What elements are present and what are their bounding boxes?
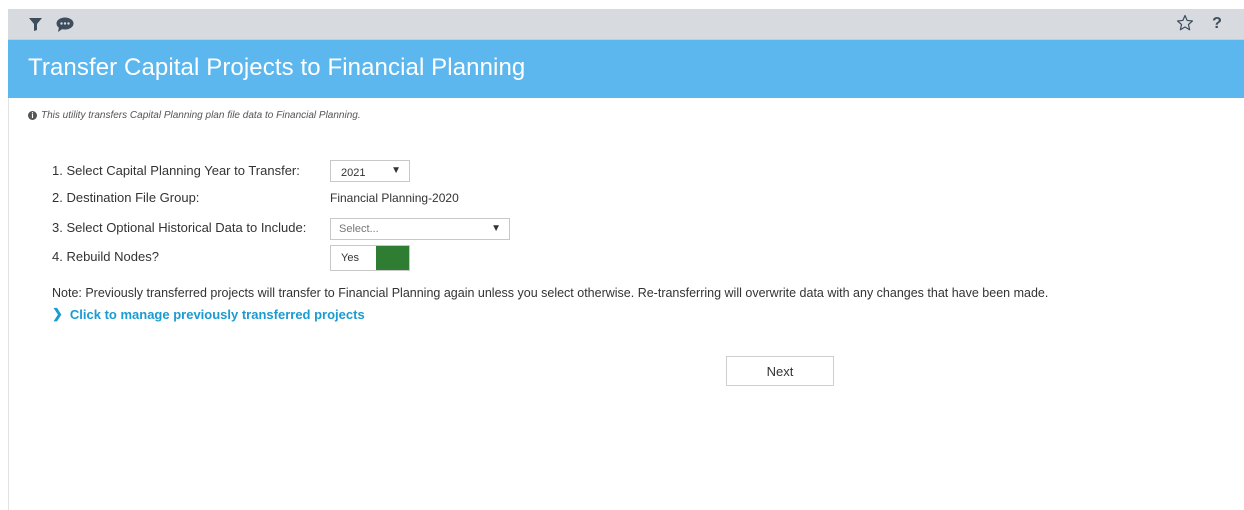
toggle-knob bbox=[376, 246, 409, 270]
manage-link-text: Click to manage previously transferred p… bbox=[69, 306, 365, 322]
chevron-down-icon: ▼ bbox=[391, 165, 401, 176]
filter-icon[interactable] bbox=[26, 15, 44, 33]
info-message: i This utility transfers Capital Plannin… bbox=[28, 110, 361, 121]
year-select[interactable]: 2021 ▼ bbox=[330, 160, 410, 182]
historical-data-select[interactable]: Select... ▼ bbox=[330, 218, 510, 240]
year-select-value: 2021 bbox=[341, 167, 366, 179]
step3-label: 3. Select Optional Historical Data to In… bbox=[52, 220, 307, 235]
page-title: Transfer Capital Projects to Financial P… bbox=[28, 54, 526, 81]
step2-label: 2. Destination File Group: bbox=[52, 190, 200, 205]
chat-icon[interactable] bbox=[56, 15, 74, 33]
chevron-right-icon: ❯ bbox=[52, 306, 63, 321]
toggle-label: Yes bbox=[341, 252, 359, 264]
step1-label: 1. Select Capital Planning Year to Trans… bbox=[52, 163, 300, 178]
rebuild-nodes-toggle[interactable]: Yes bbox=[330, 245, 410, 271]
manage-transferred-link[interactable]: ❯ Click to manage previously transferred… bbox=[52, 306, 365, 322]
page-header: Transfer Capital Projects to Financial P… bbox=[8, 40, 1244, 98]
step4-label: 4. Rebuild Nodes? bbox=[52, 249, 159, 264]
info-icon: i bbox=[28, 111, 37, 120]
historical-data-placeholder: Select... bbox=[339, 223, 379, 235]
toolbar: ? bbox=[8, 9, 1244, 40]
transfer-note: Note: Previously transferred projects wi… bbox=[52, 286, 1049, 300]
destination-file-group-value: Financial Planning-2020 bbox=[330, 191, 459, 205]
next-button[interactable]: Next bbox=[726, 356, 834, 386]
star-icon[interactable] bbox=[1176, 14, 1194, 32]
help-icon[interactable]: ? bbox=[1208, 15, 1226, 33]
chevron-down-icon: ▼ bbox=[491, 223, 501, 234]
info-text: This utility transfers Capital Planning … bbox=[41, 110, 361, 121]
